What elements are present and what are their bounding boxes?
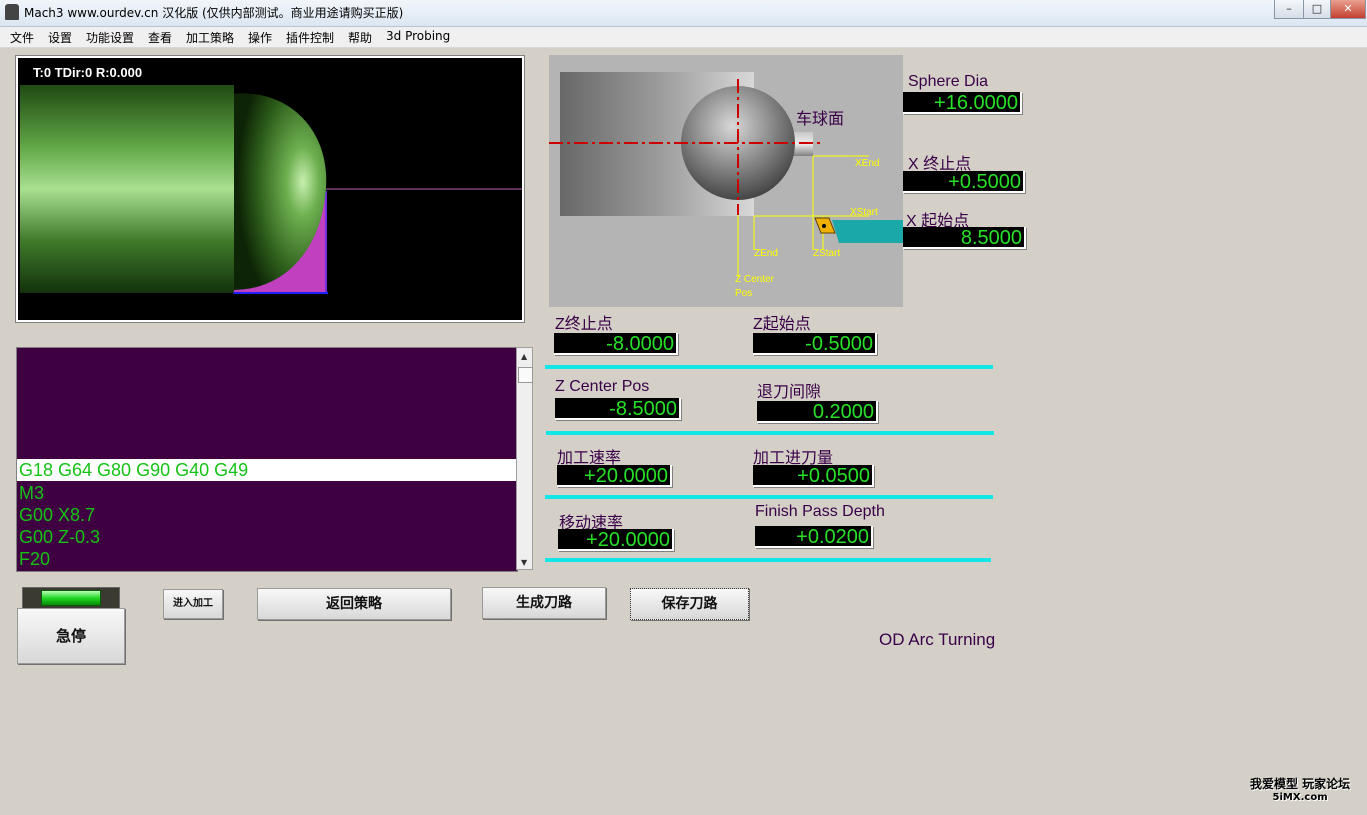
separator-line [545, 558, 991, 562]
generate-toolpath-button[interactable]: 生成刀路 [482, 587, 606, 619]
maximize-button[interactable]: □ [1303, 0, 1331, 19]
watermark-line2: 5iMX.com [1272, 792, 1328, 803]
finish-depth-label: Finish Pass Depth [755, 503, 885, 520]
estop-led [41, 590, 101, 606]
separator-line [545, 495, 993, 499]
menu-view[interactable]: 查看 [148, 29, 172, 46]
menu-settings[interactable]: 设置 [48, 29, 72, 46]
scroll-down-icon[interactable]: ▼ [521, 558, 527, 567]
watermark: 我爱模型 玩家论坛 5iMX.com [1250, 775, 1350, 803]
arc-turning-diagram: 车球面 XEnd XStart ZEnd ZStart Z Center Pos [549, 55, 903, 307]
z-center-dro[interactable]: -8.5000 [555, 398, 681, 420]
menu-bar: 文件 设置 功能设置 查看 加工策略 操作 插件控制 帮助 3d Probing [0, 27, 1367, 48]
zcenter-label-pos: Pos [735, 288, 753, 299]
menu-plugin-control[interactable]: 插件控制 [286, 29, 334, 46]
separator-line [546, 431, 994, 435]
scroll-up-icon[interactable]: ▲ [521, 352, 527, 361]
zstart-label: ZStart [813, 248, 841, 259]
gcode-line: G00 X8.7 [19, 505, 96, 525]
separator-line [545, 365, 993, 369]
z-start-label: Z起始点 [753, 316, 811, 333]
window-title-bar: Mach3 www.ourdev.cn 汉化版 (仅供内部测试。商业用途请购买正… [0, 0, 1367, 27]
zcenter-label: Z Center [735, 274, 774, 285]
z-end-dro[interactable]: -8.0000 [554, 333, 678, 355]
sphere-dia-label: Sphere Dia [908, 73, 989, 90]
window-title: Mach3 www.ourdev.cn 汉化版 (仅供内部测试。商业用途请购买正… [24, 6, 404, 20]
toolpath-status-text: T:0 TDir:0 R:0.000 [33, 65, 143, 80]
z-center-label: Z Center Pos [555, 378, 650, 395]
watermark-line1: 我爱模型 玩家论坛 [1250, 777, 1351, 791]
menu-file[interactable]: 文件 [10, 29, 34, 46]
wizard-mode-label: OD Arc Turning [879, 630, 996, 649]
feed-rate-dro[interactable]: +20.0000 [557, 465, 672, 487]
save-toolpath-button[interactable]: 保存刀路 [630, 588, 749, 620]
gcode-line: G00 Z-0.3 [19, 527, 101, 547]
menu-help[interactable]: 帮助 [348, 29, 372, 46]
move-rate-dro[interactable]: +20.0000 [558, 529, 674, 551]
z-start-dro[interactable]: -0.5000 [753, 333, 877, 355]
sphere-dia-dro[interactable]: +16.0000 [903, 92, 1022, 114]
minimize-button[interactable]: – [1274, 0, 1304, 19]
scroll-thumb[interactable] [518, 367, 533, 383]
close-button[interactable]: ✕ [1330, 0, 1366, 19]
estop-led-frame [22, 587, 120, 609]
finish-depth-dro[interactable]: +0.0200 [755, 526, 873, 548]
gcode-scrollbar[interactable]: ▲ ▼ [516, 347, 533, 570]
x-start-dro[interactable]: 8.5000 [903, 227, 1026, 249]
xend-label: XEnd [855, 158, 880, 169]
diagram-title: 车球面 [796, 111, 845, 128]
gcode-line: M3 [19, 483, 45, 503]
menu-wizards[interactable]: 加工策略 [186, 29, 234, 46]
back-to-wizards-button[interactable]: 返回策略 [257, 588, 451, 620]
menu-operator[interactable]: 操作 [248, 29, 272, 46]
enter-machining-button[interactable]: 进入加工 [163, 589, 223, 619]
toolpath-display[interactable]: T:0 TDir:0 R:0.000 [16, 56, 524, 322]
diagram-graphic [549, 72, 903, 277]
x-end-dro[interactable]: +0.5000 [903, 171, 1025, 193]
app-icon [5, 4, 19, 20]
menu-3d-probing[interactable]: 3d Probing [386, 29, 450, 43]
xstart-label: XStart [850, 207, 878, 218]
cut-depth-dro[interactable]: +0.0500 [753, 465, 874, 487]
retract-dro[interactable]: 0.2000 [757, 401, 878, 423]
menu-function-config[interactable]: 功能设置 [86, 29, 134, 46]
gcode-line: F20 [19, 549, 51, 569]
gcode-list[interactable]: G18 G64 G80 G90 G40 G49 M3 G00 X8.7 G00 … [16, 347, 518, 572]
zend-label: ZEnd [754, 248, 778, 259]
retract-label: 退刀间隙 [757, 384, 822, 401]
gcode-current-line: G18 G64 G80 G90 G40 G49 [17, 459, 517, 481]
z-end-label: Z终止点 [555, 316, 613, 333]
toolpath-render [20, 85, 522, 294]
estop-button[interactable]: 急停 [17, 608, 125, 664]
